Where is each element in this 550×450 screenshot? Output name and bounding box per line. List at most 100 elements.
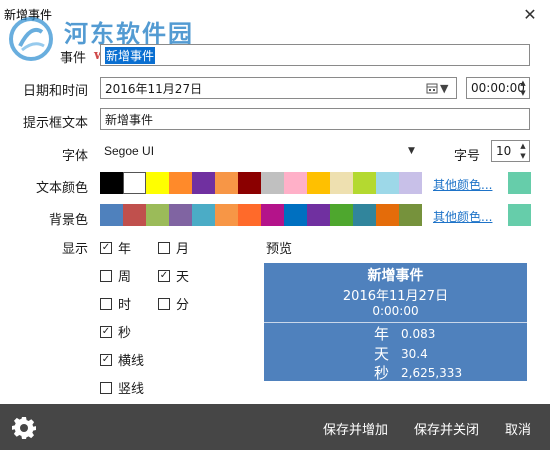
display-option-checkbox[interactable]: ✓ 天 xyxy=(158,266,189,285)
bg-more-colors-link[interactable]: 其他颜色... xyxy=(433,208,492,225)
size-spinner[interactable]: ▲ ▼ xyxy=(518,142,528,160)
text-color-swatch[interactable] xyxy=(376,172,399,194)
checkbox-box[interactable] xyxy=(100,269,112,282)
spin-up-icon[interactable]: ▲ xyxy=(518,142,528,150)
checkmark-icon[interactable]: ✓ xyxy=(100,325,112,338)
bg-color-swatch[interactable] xyxy=(123,204,146,226)
display-option-label: 分 xyxy=(176,298,190,313)
display-option-checkbox[interactable]: ✓ 秒 xyxy=(100,322,131,341)
bg-color-swatch[interactable] xyxy=(192,204,215,226)
date-value: 2016年11月27日 xyxy=(105,81,203,96)
event-input-value: 新增事件 xyxy=(105,46,156,64)
display-option-checkbox[interactable]: 周 xyxy=(100,266,131,285)
window-title: 新增事件 xyxy=(4,8,53,22)
bg-color-swatch[interactable] xyxy=(284,204,307,226)
spin-up-icon[interactable]: ▲ xyxy=(518,79,528,87)
close-button[interactable]: ✕ xyxy=(510,0,550,28)
date-picker[interactable]: 2016年11月27日 ▼ xyxy=(100,77,457,99)
preview-panel: 新增事件 2016年11月27日 0:00:00 年 0.083 天 30.4 … xyxy=(264,263,527,382)
bg-color-swatch[interactable] xyxy=(399,204,422,226)
chevron-down-icon: ▼ xyxy=(408,146,415,156)
checkmark-icon[interactable]: ✓ xyxy=(100,353,112,366)
bg-color-swatch[interactable] xyxy=(353,204,376,226)
text-color-swatch[interactable] xyxy=(123,172,146,194)
bg-color-current-swatch[interactable] xyxy=(508,204,531,226)
preview-value: 2,625,333 xyxy=(401,366,463,380)
checkbox-box[interactable] xyxy=(158,297,170,310)
time-spinner[interactable]: ▲ ▼ xyxy=(518,79,528,97)
bg-color-swatch[interactable] xyxy=(261,204,284,226)
bg-color-palette xyxy=(100,204,422,226)
checkbox-box[interactable] xyxy=(158,241,170,254)
close-icon: ✕ xyxy=(523,4,537,24)
tooltip-label: 提示框文本 xyxy=(22,116,88,131)
preview-value: 30.4 xyxy=(401,347,428,361)
calendar-icon xyxy=(426,83,438,94)
text-color-current-swatch[interactable] xyxy=(508,172,531,194)
text-color-swatch[interactable] xyxy=(330,172,353,194)
preview-date: 2016年11月27日 xyxy=(342,289,449,304)
calendar-button[interactable]: ▼ xyxy=(426,80,454,96)
display-option-checkbox[interactable]: ✓ 年 xyxy=(100,238,131,257)
gear-icon[interactable] xyxy=(12,416,36,440)
checkmark-icon[interactable]: ✓ xyxy=(158,269,170,282)
text-color-swatch[interactable] xyxy=(100,172,123,194)
bg-color-swatch[interactable] xyxy=(169,204,192,226)
text-color-swatch[interactable] xyxy=(238,172,261,194)
chevron-down-icon: ▼ xyxy=(440,81,449,95)
text-color-swatch[interactable] xyxy=(399,172,422,194)
text-color-swatch[interactable] xyxy=(353,172,376,194)
font-select-value: Segoe UI xyxy=(104,144,155,158)
checkbox-box[interactable] xyxy=(100,297,112,310)
tooltip-value: 新增事件 xyxy=(105,112,154,127)
preview-unit: 年 xyxy=(374,325,390,343)
display-option-checkbox[interactable]: ✓ 横线 xyxy=(100,350,144,369)
text-color-swatch[interactable] xyxy=(192,172,215,194)
display-option-checkbox[interactable]: 月 xyxy=(158,238,189,257)
preview-time: 0:00:00 xyxy=(372,304,419,318)
bg-color-swatch[interactable] xyxy=(238,204,261,226)
save-and-add-button[interactable]: 保存并增加 xyxy=(323,419,388,438)
bg-color-swatch[interactable] xyxy=(307,204,330,226)
display-option-checkbox[interactable]: 竖线 xyxy=(100,378,144,397)
bg-color-swatch[interactable] xyxy=(330,204,353,226)
text-color-swatch[interactable] xyxy=(307,172,330,194)
bg-color-swatch[interactable] xyxy=(146,204,169,226)
text-more-colors-link[interactable]: 其他颜色... xyxy=(433,176,492,193)
display-option-label: 竖线 xyxy=(118,382,145,397)
display-label: 显示 xyxy=(61,242,88,257)
tooltip-input[interactable]: 新增事件 xyxy=(100,108,530,130)
bg-color-label: 背景色 xyxy=(48,213,88,228)
spin-down-icon[interactable]: ▼ xyxy=(518,152,528,160)
spin-down-icon[interactable]: ▼ xyxy=(518,89,528,97)
bg-color-swatch[interactable] xyxy=(100,204,123,226)
event-input[interactable]: 新增事件 xyxy=(100,44,530,66)
time-input[interactable]: 00:00:00 ▲ ▼ xyxy=(466,77,530,99)
bg-color-swatch[interactable] xyxy=(376,204,399,226)
size-value: 10 xyxy=(496,144,512,158)
preview-divider xyxy=(264,322,527,323)
font-select[interactable]: Segoe UI ▼ xyxy=(100,140,420,162)
display-option-checkbox[interactable]: 分 xyxy=(158,294,189,313)
size-stepper[interactable]: 10 ▲ ▼ xyxy=(491,140,530,162)
display-option-label: 月 xyxy=(176,242,190,257)
checkmark-icon[interactable]: ✓ xyxy=(100,241,112,254)
bg-color-swatch[interactable] xyxy=(215,204,238,226)
size-label: 字号 xyxy=(453,149,480,164)
text-color-swatch[interactable] xyxy=(169,172,192,194)
text-color-label: 文本颜色 xyxy=(35,181,88,196)
display-option-label: 横线 xyxy=(118,354,145,369)
text-color-swatch[interactable] xyxy=(215,172,238,194)
text-color-swatch[interactable] xyxy=(146,172,169,194)
title-bar: 新增事件 ✕ xyxy=(0,0,550,28)
text-color-palette xyxy=(100,172,422,194)
display-option-checkbox[interactable]: 时 xyxy=(100,294,131,313)
checkbox-box[interactable] xyxy=(100,381,112,394)
save-and-close-button[interactable]: 保存并关闭 xyxy=(414,419,479,438)
preview-value: 0.083 xyxy=(401,327,436,341)
text-color-swatch[interactable] xyxy=(284,172,307,194)
cancel-button[interactable]: 取消 xyxy=(505,419,531,438)
text-color-swatch[interactable] xyxy=(261,172,284,194)
display-option-label: 秒 xyxy=(118,326,132,341)
display-option-label: 天 xyxy=(176,270,190,285)
